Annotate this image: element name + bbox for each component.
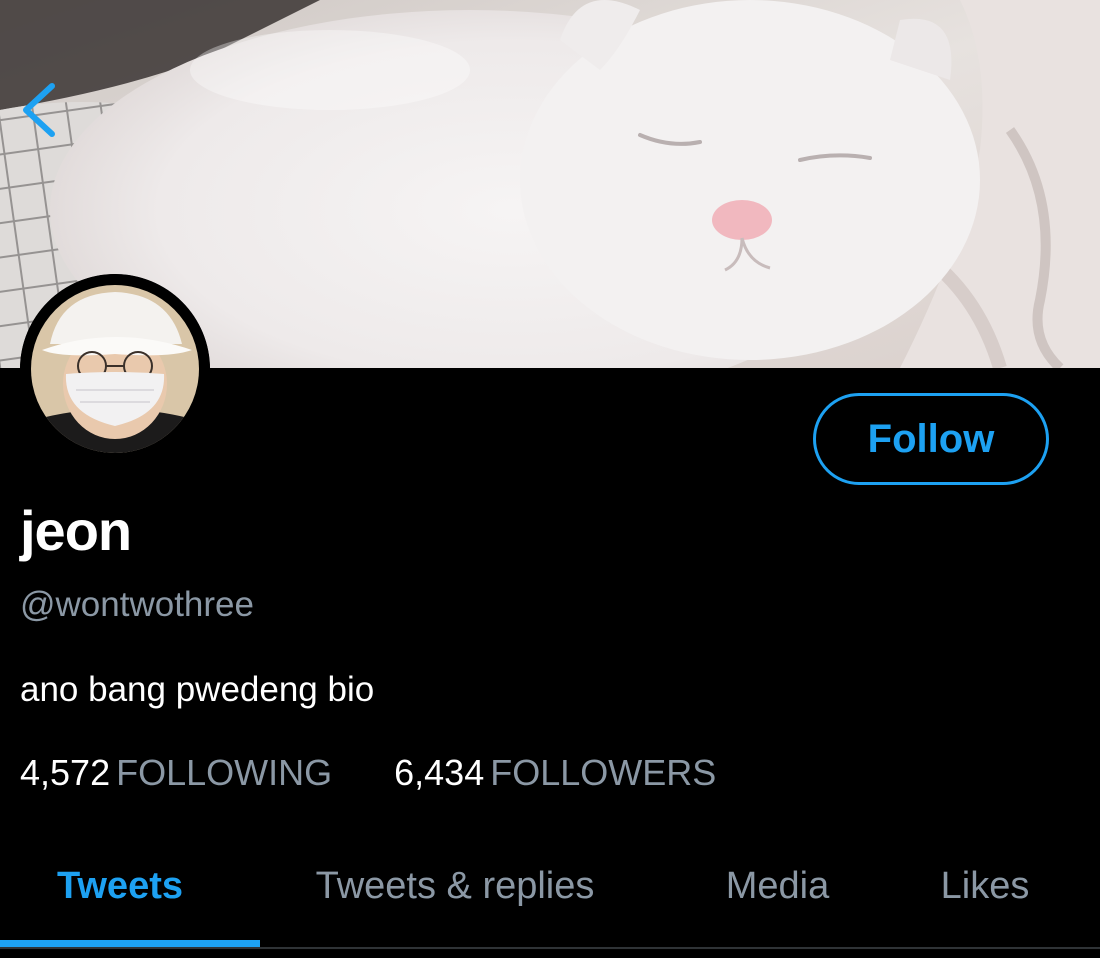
following-count: 4,572 bbox=[20, 752, 111, 793]
avatar[interactable] bbox=[20, 274, 210, 464]
followers-link[interactable]: 6,434 FOLLOWERS bbox=[394, 752, 716, 794]
tab-tweets-and-replies[interactable]: Tweets & replies bbox=[270, 830, 640, 942]
back-button[interactable] bbox=[14, 78, 62, 142]
followers-count: 6,434 bbox=[394, 752, 485, 793]
follow-button[interactable]: Follow bbox=[813, 393, 1049, 485]
handle: @wontwothree bbox=[20, 585, 254, 624]
following-label: FOLLOWING bbox=[116, 752, 333, 793]
profile-stats: 4,572 FOLLOWING 6,434 FOLLOWERS bbox=[20, 752, 716, 794]
followers-label: FOLLOWERS bbox=[490, 752, 717, 793]
following-link[interactable]: 4,572 FOLLOWING bbox=[20, 752, 332, 794]
profile-tabs: Tweets Tweets & replies Media Likes bbox=[0, 830, 1100, 958]
profile-photo bbox=[20, 274, 210, 464]
chevron-left-icon bbox=[23, 83, 55, 137]
display-name: jeon bbox=[20, 499, 132, 562]
tab-tweets[interactable]: Tweets bbox=[0, 830, 240, 942]
tab-media[interactable]: Media bbox=[680, 830, 875, 942]
tab-likes[interactable]: Likes bbox=[905, 830, 1065, 942]
tab-divider bbox=[0, 947, 1100, 949]
bio: ano bang pwedeng bio bbox=[20, 670, 375, 709]
